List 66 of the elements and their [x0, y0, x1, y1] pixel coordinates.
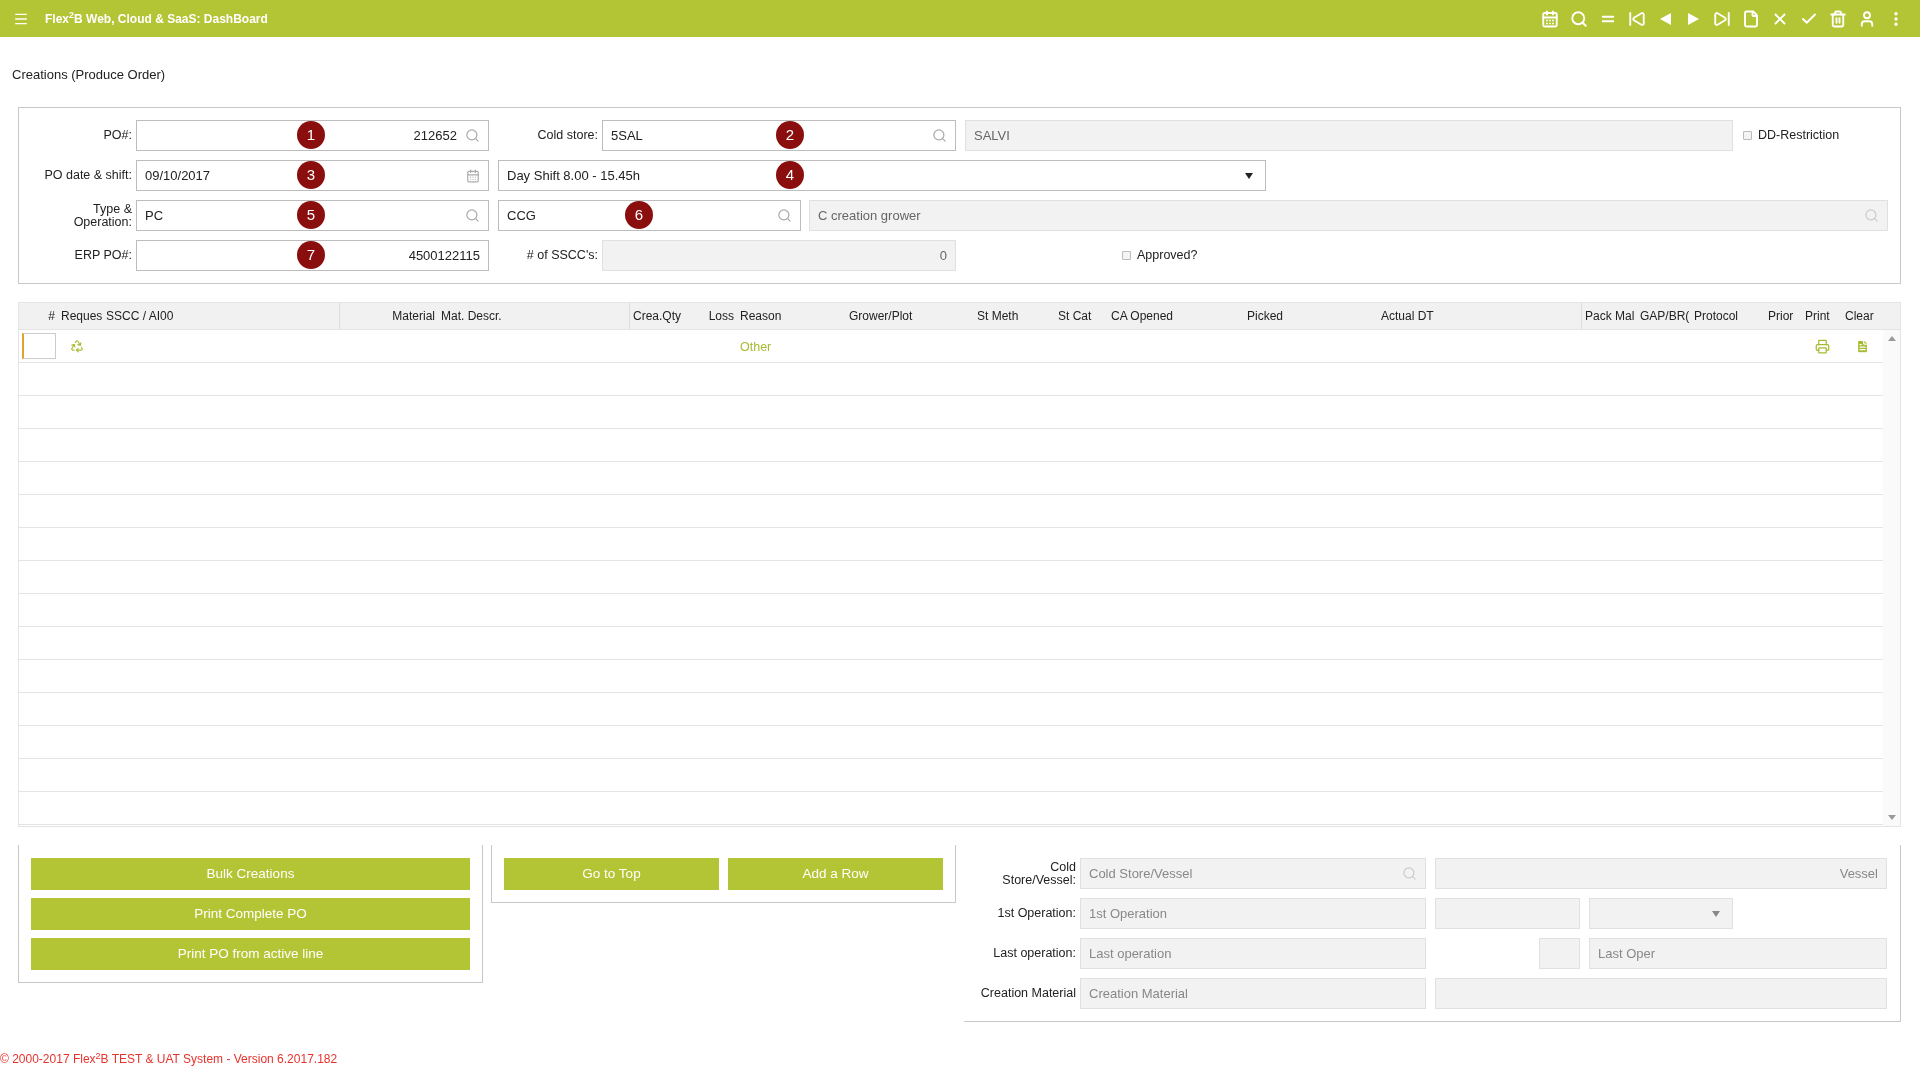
- previous-icon[interactable]: [1660, 12, 1671, 25]
- page-title: Creations (Produce Order): [12, 67, 166, 82]
- app-title: Flex$^{2}$B Web, Cloud & SaaS: DashBoard: [45, 9, 268, 28]
- column-header[interactable]: Reason: [740, 307, 782, 325]
- column-header[interactable]: Actual DT: [1381, 307, 1434, 325]
- search-icon[interactable]: [465, 128, 480, 143]
- column-header[interactable]: Material: [392, 307, 435, 325]
- operation-code-field[interactable]: [1539, 938, 1580, 969]
- field-label: ERP PO#:: [74, 249, 132, 262]
- checkbox-label: DD-Restriction: [1758, 127, 1840, 145]
- search-icon[interactable]: [465, 208, 480, 223]
- column-header[interactable]: St Meth: [977, 307, 1019, 325]
- checkbox-label: Approved?: [1137, 247, 1198, 265]
- next-icon[interactable]: [1688, 12, 1699, 25]
- column-header[interactable]: Pack Mal: [1585, 307, 1635, 325]
- field-label: Cold Store/Vessel:: [1001, 860, 1076, 887]
- column-header[interactable]: Crea.Qty: [633, 307, 681, 325]
- field-label: Cold store:: [537, 129, 598, 142]
- column-header[interactable]: #: [48, 307, 55, 325]
- copyright-text: © 2000-2017 Flex$^{2}$B TEST & UAT System - Version 6.2017.182: [0, 1052, 338, 1066]
- document-icon[interactable]: [1855, 338, 1870, 354]
- calendar-icon[interactable]: [466, 168, 480, 183]
- calendar-icon[interactable]: [1541, 9, 1559, 28]
- material-description-field[interactable]: [1435, 978, 1887, 1009]
- field-label: Type & Operation:: [72, 202, 132, 229]
- column-header[interactable]: St Cat: [1058, 307, 1092, 325]
- column-header[interactable]: Mat. Descr.: [441, 307, 502, 325]
- column-header[interactable]: GAP/BR(: [1640, 307, 1690, 325]
- caret-icon[interactable]: [1245, 172, 1253, 179]
- operation-code-field[interactable]: [1435, 898, 1580, 929]
- search-icon[interactable]: [1570, 9, 1588, 28]
- column-header[interactable]: Loss: [708, 307, 734, 325]
- reason-text: Other: [740, 340, 772, 354]
- checkbox[interactable]: [1122, 251, 1131, 260]
- skip-forward-icon[interactable]: [1713, 9, 1731, 28]
- column-header[interactable]: Reques: [61, 307, 103, 325]
- field-label: PO date & shift:: [44, 169, 132, 182]
- search-icon[interactable]: [1864, 208, 1879, 223]
- print-icon[interactable]: [1814, 338, 1830, 354]
- search-icon[interactable]: [777, 208, 792, 223]
- column-header[interactable]: Print: [1805, 307, 1830, 325]
- field-label: # of SSCC's:: [526, 249, 598, 262]
- column-header[interactable]: Clear: [1845, 307, 1874, 325]
- field-label: PO#:: [103, 129, 132, 142]
- document-icon[interactable]: [1742, 9, 1760, 28]
- sscc-count-field[interactable]: 0: [602, 240, 956, 271]
- cold-store-name-field[interactable]: SALVI: [965, 120, 1733, 151]
- field-label: Last operation:: [993, 947, 1076, 960]
- row-input[interactable]: [21, 333, 56, 359]
- trash-icon[interactable]: [1829, 9, 1847, 28]
- search-icon[interactable]: [932, 128, 947, 143]
- column-header[interactable]: CA Opened: [1111, 307, 1174, 325]
- user-icon[interactable]: [1858, 9, 1876, 28]
- field-label: Creation Material: [980, 987, 1076, 1000]
- column-header[interactable]: SSCC / AI00: [106, 307, 174, 325]
- search-icon[interactable]: [1402, 866, 1417, 881]
- column-header[interactable]: Protocol: [1694, 307, 1739, 325]
- skip-back-icon[interactable]: [1628, 9, 1646, 28]
- scrollbar[interactable]: [1883, 330, 1900, 826]
- column-header[interactable]: Grower/Plot: [849, 307, 913, 325]
- operation-name-field[interactable]: C creation grower: [809, 200, 1888, 231]
- column-header[interactable]: Prior: [1768, 307, 1794, 325]
- field-label: 1st Operation:: [997, 907, 1076, 920]
- recycle-icon[interactable]: [70, 339, 84, 353]
- column-header[interactable]: Picked: [1247, 307, 1284, 325]
- checkbox[interactable]: [1743, 131, 1752, 140]
